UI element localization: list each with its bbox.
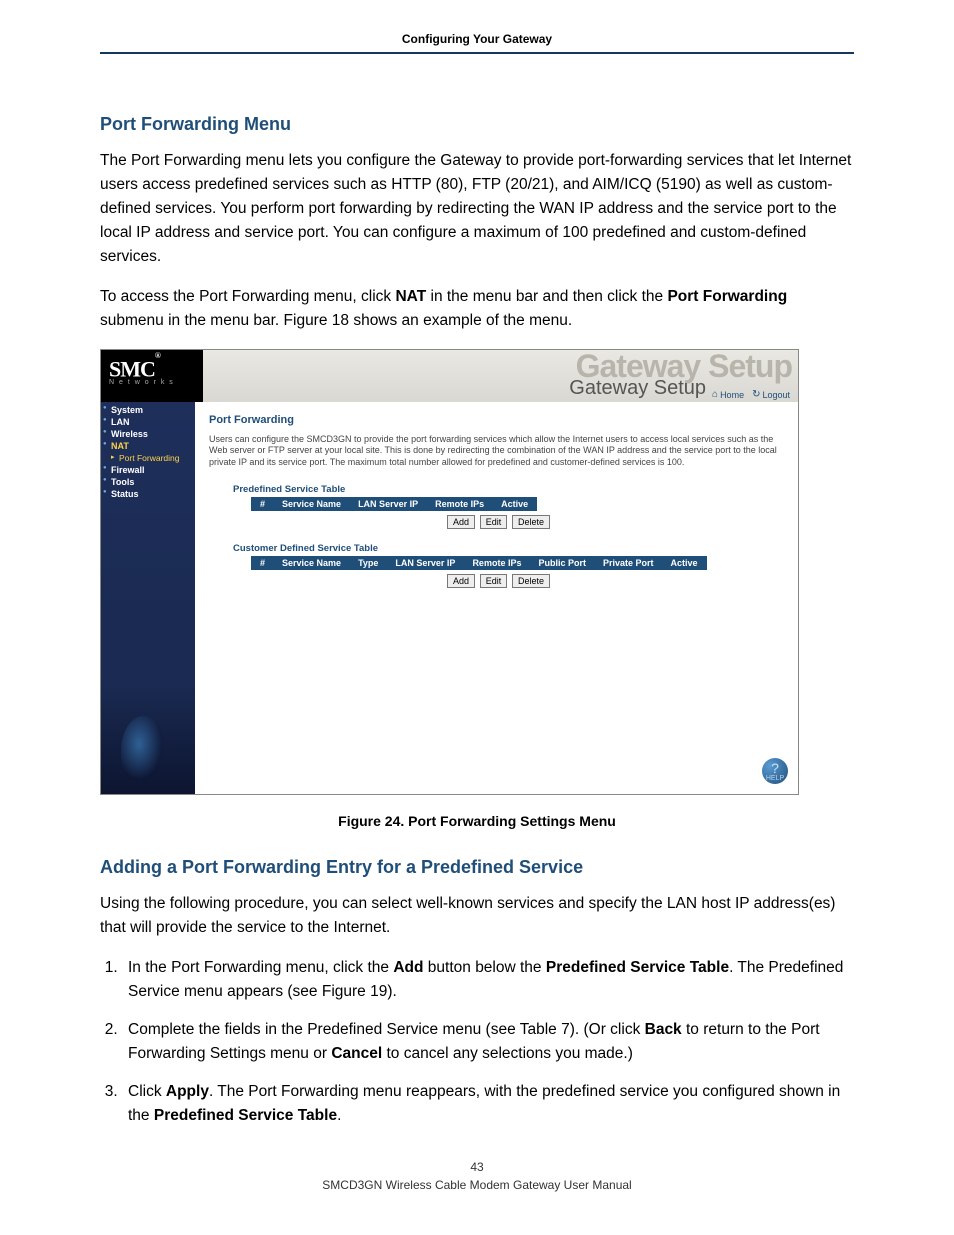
col-private-port: Private Port (594, 556, 662, 569)
nav-lan[interactable]: LAN (101, 416, 195, 428)
logout-icon: ↻ (752, 389, 760, 400)
steps-list: In the Port Forwarding menu, click the A… (100, 956, 854, 1128)
page-number: 43 (100, 1158, 854, 1176)
text-fragment: in the menu bar and then click the (426, 288, 667, 305)
text-fragment: button below the (423, 959, 545, 976)
home-label: Home (720, 390, 744, 400)
step-3: Click Apply. The Port Forwarding menu re… (122, 1080, 854, 1128)
col-remote-ips: Remote IPs (464, 556, 530, 569)
col-remote-ips: Remote IPs (427, 497, 493, 510)
section-heading-port-forwarding: Port Forwarding Menu (100, 114, 854, 135)
logout-label: Logout (762, 390, 790, 400)
predefined-service-table: # Service Name LAN Server IP Remote IPs … (251, 497, 537, 511)
text-fragment: to cancel any selections you made.) (382, 1045, 633, 1062)
cust-add-button[interactable]: Add (447, 574, 475, 588)
nav-firewall[interactable]: Firewall (101, 464, 195, 476)
text-fragment: submenu in the menu bar. Figure 18 shows… (100, 312, 572, 329)
bold-apply: Apply (166, 1083, 209, 1100)
brand-logo: SMC® N e t w o r k s (101, 350, 203, 402)
nav-port-forwarding[interactable]: Port Forwarding (101, 452, 195, 464)
bold-predefined-table: Predefined Service Table (546, 959, 729, 976)
body-paragraph: The Port Forwarding menu lets you config… (100, 149, 854, 269)
content-area: Port Forwarding Users can configure the … (195, 402, 798, 794)
col-lan-server-ip: LAN Server IP (350, 497, 427, 510)
col-num: # (252, 497, 274, 510)
home-link[interactable]: ⌂Home (712, 389, 744, 400)
body-paragraph: To access the Port Forwarding menu, clic… (100, 285, 854, 333)
content-title: Port Forwarding (209, 414, 788, 426)
predef-delete-button[interactable]: Delete (512, 515, 550, 529)
predefined-table-title: Predefined Service Table (233, 484, 788, 495)
home-icon: ⌂ (712, 389, 718, 400)
text-fragment: In the Port Forwarding menu, click the (128, 959, 393, 976)
body-paragraph: Using the following procedure, you can s… (100, 892, 854, 940)
col-service-name: Service Name (274, 497, 350, 510)
col-active: Active (493, 497, 537, 510)
predef-add-button[interactable]: Add (447, 515, 475, 529)
bold-back: Back (645, 1021, 682, 1038)
cust-edit-button[interactable]: Edit (480, 574, 508, 588)
text-fragment: . (337, 1107, 341, 1124)
sidebar-decor-image (101, 684, 195, 794)
bold-port-forwarding: Port Forwarding (667, 288, 787, 305)
help-button[interactable]: ? HELP (762, 758, 788, 784)
banner-title: Gateway Setup (569, 377, 706, 400)
bold-predefined-table: Predefined Service Table (154, 1107, 337, 1124)
customer-table-title: Customer Defined Service Table (233, 543, 788, 554)
nav-system[interactable]: System (101, 404, 195, 416)
nav-nat[interactable]: NAT (101, 440, 195, 452)
text-fragment: Click (128, 1083, 166, 1100)
brand-text: SMC (109, 356, 155, 381)
page-footer: 43 SMCD3GN Wireless Cable Modem Gateway … (100, 1158, 854, 1194)
figure-caption: Figure 24. Port Forwarding Settings Menu (100, 813, 854, 829)
col-service-name: Service Name (274, 556, 350, 569)
col-type: Type (350, 556, 387, 569)
step-1: In the Port Forwarding menu, click the A… (122, 956, 854, 1004)
help-label: HELP (766, 775, 784, 782)
col-public-port: Public Port (530, 556, 595, 569)
cust-delete-button[interactable]: Delete (512, 574, 550, 588)
nav-tools[interactable]: Tools (101, 476, 195, 488)
manual-title: SMCD3GN Wireless Cable Modem Gateway Use… (100, 1176, 854, 1194)
logout-link[interactable]: ↻Logout (752, 389, 790, 400)
nav-status[interactable]: Status (101, 488, 195, 500)
step-2: Complete the fields in the Predefined Se… (122, 1018, 854, 1066)
col-lan-server-ip: LAN Server IP (387, 556, 464, 569)
bold-nat: NAT (395, 288, 426, 305)
bold-add: Add (393, 959, 423, 976)
header-rule (100, 52, 854, 54)
predef-edit-button[interactable]: Edit (480, 515, 508, 529)
text-fragment: Complete the fields in the Predefined Se… (128, 1021, 645, 1038)
col-num: # (252, 556, 274, 569)
section-heading-adding-entry: Adding a Port Forwarding Entry for a Pre… (100, 857, 854, 878)
sidebar: System LAN Wireless NAT Port Forwarding … (101, 402, 195, 794)
help-icon: ? (771, 761, 779, 775)
nav-wireless[interactable]: Wireless (101, 428, 195, 440)
text-fragment: To access the Port Forwarding menu, clic… (100, 288, 395, 305)
doc-header: Configuring Your Gateway (100, 32, 854, 52)
brand-subtext: N e t w o r k s (109, 379, 203, 386)
bold-cancel: Cancel (331, 1045, 382, 1062)
router-admin-screenshot: SMC® N e t w o r k s Gateway Setup Gatew… (100, 349, 799, 795)
brand-reg: ® (155, 351, 160, 360)
customer-service-table: # Service Name Type LAN Server IP Remote… (251, 556, 707, 570)
content-description: Users can configure the SMCD3GN to provi… (209, 434, 788, 468)
col-active: Active (662, 556, 706, 569)
